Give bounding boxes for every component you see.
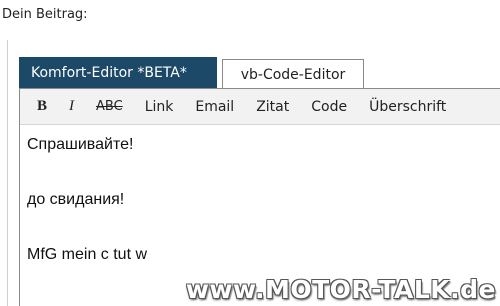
code-button[interactable]: Code [300, 94, 358, 120]
editor-tabs: Komfort-Editor *BETA* vb-Code-Editor [19, 57, 364, 89]
editor-text-area[interactable]: Спрашивайте! до свидания! MfG mein c tut… [20, 125, 500, 269]
link-button[interactable]: Link [134, 94, 185, 120]
editor-line: MfG mein c tut w [27, 246, 148, 263]
site-watermark: www.MOTOR-TALK.de [185, 275, 496, 304]
bold-button[interactable]: B [26, 94, 58, 120]
quote-button[interactable]: Zitat [245, 94, 300, 120]
heading-button[interactable]: Überschrift [358, 94, 457, 120]
tab-vb-code-editor[interactable]: vb-Code-Editor [222, 59, 364, 89]
email-button[interactable]: Email [184, 94, 245, 120]
editor-toolbar: B I ABC Link Email Zitat Code Überschrif… [20, 89, 500, 125]
strikethrough-button[interactable]: ABC [85, 94, 134, 120]
form-divider [7, 40, 8, 306]
tab-comfort-editor[interactable]: Komfort-Editor *BETA* [19, 57, 217, 89]
post-editor-screenshot: Dein Beitrag: Komfort-Editor *BETA* vb-C… [0, 0, 500, 306]
editor-line: Спрашивайте! [27, 136, 134, 153]
editor-line: до свидания! [27, 191, 125, 208]
italic-button[interactable]: I [58, 94, 85, 120]
editor-panel: B I ABC Link Email Zitat Code Überschrif… [19, 88, 500, 306]
post-label: Dein Beitrag: [2, 7, 88, 22]
